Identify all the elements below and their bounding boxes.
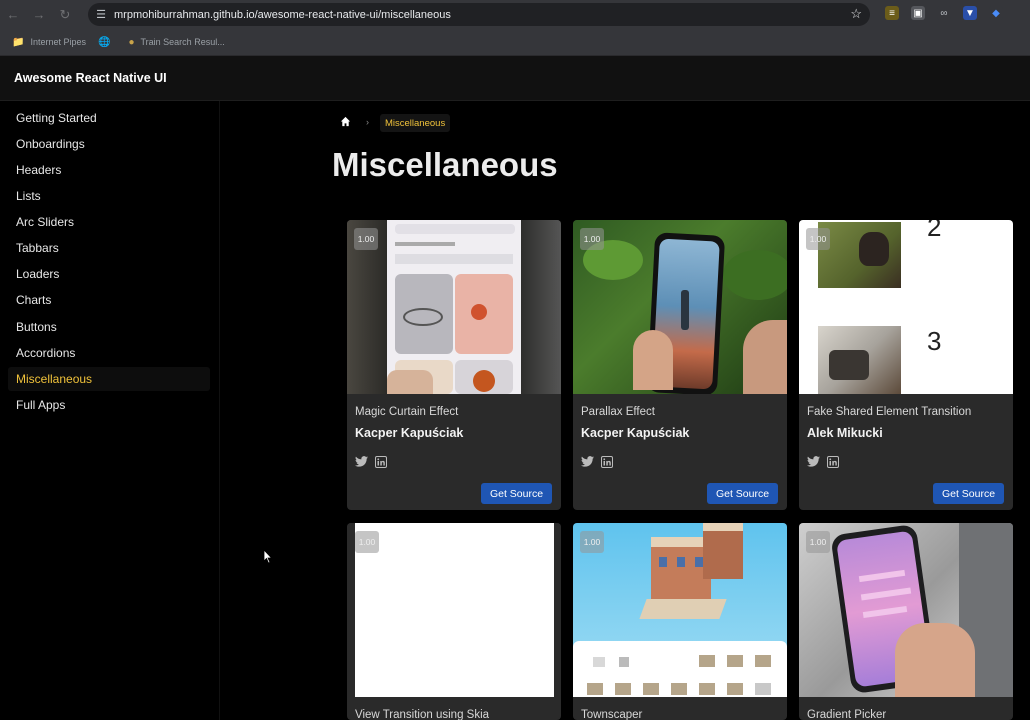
get-source-button[interactable]: Get Source [481,483,552,504]
card-title: Fake Shared Element Transition [807,406,972,418]
extension-list-icon[interactable]: ≡ [885,6,899,20]
card-gradient-picker[interactable]: 1.00 Gradient Picker [799,523,1013,720]
sidebar-item-tabbars[interactable]: Tabbars [8,236,210,260]
extension-gem-icon[interactable]: ◆ [989,6,1003,20]
card-preview-video[interactable] [799,523,1013,697]
card-magic-curtain[interactable]: 1.00 Magic Curtain Effect Kacper Kapuści… [347,220,561,510]
page-title: Miscellaneous [332,146,558,183]
sidebar-item-miscellaneous[interactable]: Miscellaneous [8,367,210,391]
card-preview-video[interactable] [573,523,787,697]
playback-speed-badge[interactable]: 1.00 [580,531,604,553]
bookmark-star-icon[interactable]: ☆ [850,6,862,22]
sidebar-item-accordions[interactable]: Accordions [8,341,210,365]
back-icon[interactable]: ← [0,0,26,29]
bookmark-internet-pipes[interactable]: 📁 Internet Pipes [12,37,86,48]
sidebar-item-arc-sliders[interactable]: Arc Sliders [8,210,210,234]
url-text: mrpmohiburrahman.github.io/awesome-react… [114,8,451,21]
playback-speed-badge[interactable]: 1.00 [580,228,604,250]
chevron-right-icon: › [366,117,369,127]
sidebar-item-buttons[interactable]: Buttons [8,315,210,339]
get-source-button[interactable]: Get Source [707,483,778,504]
extension-glasses-icon[interactable]: ∞ [937,6,951,20]
app-title[interactable]: Awesome React Native UI [14,71,167,85]
card-view-transition-skia[interactable]: 1.00 View Transition using Skia [347,523,561,720]
card-author: Alek Mikucki [807,426,883,440]
sidebar-item-getting-started[interactable]: Getting Started [8,106,210,130]
linkedin-icon[interactable] [374,455,387,468]
app-header: Awesome React Native UI [0,56,1030,101]
card-author: Kacper Kapuściak [581,426,690,440]
sidebar-item-full-apps[interactable]: Full Apps [8,393,210,417]
address-bar[interactable]: ☰ mrpmohiburrahman.github.io/awesome-rea… [88,3,870,26]
card-title: Townscaper [581,709,643,720]
card-title: Gradient Picker [807,709,887,720]
playback-speed-badge[interactable]: 1.00 [806,228,830,250]
card-title: View Transition using Skia [355,709,490,720]
card-preview-video[interactable] [573,220,787,394]
sidebar-item-headers[interactable]: Headers [8,158,210,182]
linkedin-icon[interactable] [600,455,613,468]
card-title: Magic Curtain Effect [355,406,459,418]
card-preview-video[interactable]: 2 3 [799,220,1013,394]
card-fake-shared-element[interactable]: 2 3 1.00 Fake Shared Element Transition … [799,220,1013,510]
thumb-number: 3 [927,326,942,356]
home-icon[interactable] [340,116,351,130]
sidebar-item-loaders[interactable]: Loaders [8,262,210,286]
playback-speed-badge[interactable]: 1.00 [355,531,379,553]
playback-speed-badge[interactable]: 1.00 [354,228,378,250]
folder-icon: 📁 [12,36,25,48]
forward-icon[interactable]: → [26,0,52,29]
reload-icon[interactable]: ↻ [52,0,78,29]
card-preview-video[interactable] [347,220,561,394]
extension-window-icon[interactable]: ▣ [911,6,925,20]
sidebar-item-charts[interactable]: Charts [8,288,210,312]
sidebar: Getting Started Onboardings Headers List… [0,101,220,720]
site-settings-icon[interactable]: ☰ [88,8,114,21]
card-title: Parallax Effect [581,406,655,418]
bookmarks-bar: 📁 Internet Pipes 🌐 ● Train Search Resul.… [0,29,1030,56]
card-author: Kacper Kapuściak [355,426,464,440]
playback-speed-badge[interactable]: 1.00 [806,531,830,553]
thumb-number: 2 [927,220,942,242]
twitter-icon[interactable] [355,455,368,468]
browser-toolbar: ← → ↻ ☰ mrpmohiburrahman.github.io/aweso… [0,0,1030,29]
main-content: › Miscellaneous Miscellaneous 1.00 Magic… [220,101,1030,720]
get-source-button[interactable]: Get Source [933,483,1004,504]
bookmark-globe[interactable]: 🌐 [98,37,116,48]
sidebar-item-lists[interactable]: Lists [8,184,210,208]
globe-icon: 🌐 [98,36,111,48]
twitter-icon[interactable] [581,455,594,468]
bookmark-train-search[interactable]: ● Train Search Resul... [128,37,224,48]
twitter-icon[interactable] [807,455,820,468]
sidebar-item-onboardings[interactable]: Onboardings [8,132,210,156]
card-preview-video[interactable] [347,523,561,697]
extension-shield-icon[interactable]: ▼ [963,6,977,20]
mouse-cursor-icon [263,548,273,569]
card-parallax-effect[interactable]: 1.00 Parallax Effect Kacper Kapuściak Ge… [573,220,787,510]
breadcrumb-current: Miscellaneous [380,114,451,132]
train-icon: ● [128,36,135,48]
card-townscaper[interactable]: 1.00 Townscaper [573,523,787,720]
linkedin-icon[interactable] [826,455,839,468]
